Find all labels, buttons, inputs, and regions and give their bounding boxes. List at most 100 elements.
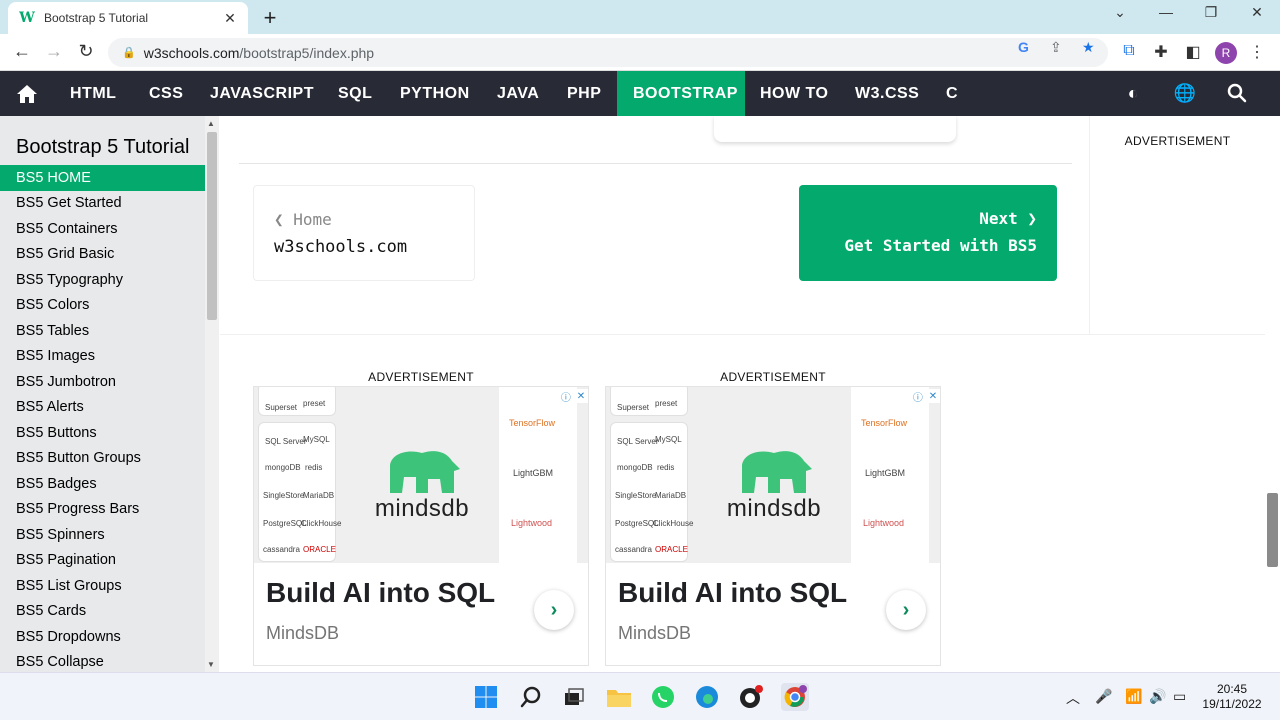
taskbar-clock[interactable]: 20:45 19/11/2022 <box>1196 682 1268 712</box>
tab-close-icon[interactable]: ✕ <box>222 10 238 27</box>
dark-mode-contrast-icon[interactable]: ◐ <box>1121 83 1145 104</box>
sidebar-scroll-thumb[interactable] <box>207 132 217 320</box>
home-icon[interactable] <box>10 71 44 116</box>
ad-close-icon[interactable]: ✕ <box>929 391 937 402</box>
globe-icon[interactable]: 🌐 <box>1173 83 1197 104</box>
restore-icon[interactable]: ❐ <box>1201 4 1221 21</box>
ad-headline[interactable]: Build AI into SQL <box>618 577 847 609</box>
ad-chevron-right-icon[interactable]: › <box>534 590 574 630</box>
ad-image[interactable]: Superset preset SQL Server MySQL mongoDB… <box>254 387 588 563</box>
sidebar-scrollbar[interactable]: ▲ ▼ <box>205 116 219 672</box>
ad-card[interactable]: Superset preset SQL Server MySQL mongoDB… <box>253 386 589 666</box>
ad-headline[interactable]: Build AI into SQL <box>266 577 495 609</box>
sidebar-item-collapse[interactable]: BS5 Collapse <box>0 650 205 673</box>
sidebar-item-badges[interactable]: BS5 Badges <box>0 471 205 497</box>
translate-extension-icon[interactable]: ⧉ <box>1118 42 1140 60</box>
sidebar-item-alerts[interactable]: BS5 Alerts <box>0 395 205 421</box>
menu-kebab-icon[interactable]: ⋮ <box>1246 42 1268 62</box>
nav-html[interactable]: HTML <box>54 71 132 116</box>
new-tab-plus-icon[interactable]: + <box>258 5 282 31</box>
sidebar-item-dropdowns[interactable]: BS5 Dropdowns <box>0 624 205 650</box>
battery-icon[interactable]: ▭ <box>1173 688 1186 705</box>
ad-logo-redis: redis <box>657 463 675 472</box>
ad-logo-sqlserver: SQL Server <box>617 437 659 446</box>
sidebar-item-cards[interactable]: BS5 Cards <box>0 599 205 625</box>
ad-image[interactable]: Superset preset SQL Server MySQL mongoDB… <box>606 387 940 563</box>
back-arrow-icon[interactable]: ← <box>10 41 34 62</box>
sidebar-item-button-groups[interactable]: BS5 Button Groups <box>0 446 205 472</box>
sidebar-item-pagination[interactable]: BS5 Pagination <box>0 548 205 574</box>
nav-javascript[interactable]: JAVASCRIPT <box>194 71 330 116</box>
ad-choices[interactable]: ⓘ ✕ <box>910 389 940 404</box>
taskbar-search-icon[interactable] <box>517 683 545 711</box>
sidebar-item-bs5-home[interactable]: BS5 HOME <box>0 165 205 191</box>
nav-c[interactable]: C <box>930 71 974 116</box>
nav-w3css[interactable]: W3.CSS <box>839 71 935 116</box>
nav-bootstrap[interactable]: BOOTSTRAP <box>617 71 745 116</box>
browser-tab[interactable]: W Bootstrap 5 Tutorial ✕ <box>8 2 248 34</box>
previous-page-button[interactable]: ❮ Home w3schools.com <box>253 185 475 281</box>
nav-java[interactable]: JAVA <box>481 71 555 116</box>
search-icon[interactable] <box>1225 83 1249 108</box>
ad-logo-sqlserver: SQL Server <box>265 437 307 446</box>
windows-start-icon[interactable] <box>472 683 500 711</box>
sidebar-item-images[interactable]: BS5 Images <box>0 344 205 370</box>
sidebar: Bootstrap 5 Tutorial BS5 HOME BS5 Get St… <box>0 116 205 672</box>
nav-python[interactable]: PYTHON <box>384 71 486 116</box>
google-translate-g-icon[interactable]: G <box>1018 39 1029 55</box>
tray-overflow-chevron-icon[interactable]: ︿ <box>1066 688 1080 708</box>
sidebar-item-get-started[interactable]: BS5 Get Started <box>0 191 205 217</box>
microphone-icon[interactable]: 🎤 <box>1095 688 1112 705</box>
sidebar-item-grid-basic[interactable]: BS5 Grid Basic <box>0 242 205 268</box>
bookmark-star-icon[interactable]: ★ <box>1082 39 1095 56</box>
nav-php[interactable]: PHP <box>551 71 617 116</box>
extensions-puzzle-icon[interactable]: ✚ <box>1150 42 1172 62</box>
forward-arrow-icon[interactable]: → <box>42 41 66 62</box>
sidebar-item-typography[interactable]: BS5 Typography <box>0 267 205 293</box>
nav-css[interactable]: CSS <box>133 71 199 116</box>
sidebar-item-containers[interactable]: BS5 Containers <box>0 216 205 242</box>
page-scroll-thumb[interactable] <box>1267 493 1278 567</box>
page-scrollbar[interactable] <box>1265 116 1280 672</box>
url-text[interactable]: w3schools.com/bootstrap5/index.php <box>144 45 374 61</box>
scroll-down-arrow-icon[interactable]: ▼ <box>207 660 215 669</box>
nav-howto[interactable]: HOW TO <box>744 71 844 116</box>
volume-icon[interactable]: 🔊 <box>1149 688 1166 705</box>
share-icon[interactable]: ⇪ <box>1050 39 1062 56</box>
ad-choices[interactable]: ⓘ ✕ <box>558 389 588 404</box>
chrome-browser-icon[interactable] <box>781 683 809 711</box>
prev-sublabel: w3schools.com <box>274 237 408 257</box>
side-panel-icon[interactable]: ◧ <box>1182 42 1204 62</box>
sidebar-item-colors[interactable]: BS5 Colors <box>0 293 205 319</box>
nav-sql[interactable]: SQL <box>322 71 388 116</box>
ad-card[interactable]: Superset preset SQL Server MySQL mongoDB… <box>605 386 941 666</box>
minimize-icon[interactable]: — <box>1156 4 1176 20</box>
ad-close-icon[interactable]: ✕ <box>577 391 585 402</box>
lock-icon[interactable]: 🔒 <box>122 46 136 59</box>
task-view-icon[interactable] <box>560 683 588 711</box>
ad-info-icon[interactable]: ⓘ <box>561 389 571 404</box>
ad-brand-name[interactable]: MindsDB <box>266 623 339 644</box>
sidebar-item-jumbotron[interactable]: BS5 Jumbotron <box>0 369 205 395</box>
scroll-up-arrow-icon[interactable]: ▲ <box>207 119 215 128</box>
sidebar-item-tables[interactable]: BS5 Tables <box>0 318 205 344</box>
sidebar-item-spinners[interactable]: BS5 Spinners <box>0 522 205 548</box>
tab-search-chevron-icon[interactable]: ⌄ <box>1110 4 1130 21</box>
ad-logo-panel-ml: TensorFlow LightGBM Lightwood <box>499 387 577 563</box>
obs-app-icon[interactable] <box>737 683 765 711</box>
ad-brand-name[interactable]: MindsDB <box>618 623 691 644</box>
sidebar-item-buttons[interactable]: BS5 Buttons <box>0 420 205 446</box>
reload-icon[interactable]: ↻ <box>74 41 98 62</box>
wifi-icon[interactable]: 📶 <box>1125 688 1142 705</box>
sidebar-item-progress-bars[interactable]: BS5 Progress Bars <box>0 497 205 523</box>
next-page-button[interactable]: Next ❯ Get Started with BS5 <box>799 185 1057 281</box>
sidebar-item-list-groups[interactable]: BS5 List Groups <box>0 573 205 599</box>
whatsapp-icon[interactable] <box>649 683 677 711</box>
ad-info-icon[interactable]: ⓘ <box>913 389 923 404</box>
file-explorer-icon[interactable] <box>605 683 633 711</box>
address-bar[interactable]: 🔒 w3schools.com/bootstrap5/index.php <box>108 38 1108 67</box>
edge-browser-icon[interactable] <box>693 683 721 711</box>
profile-avatar[interactable]: R <box>1215 42 1237 64</box>
window-close-icon[interactable]: ✕ <box>1247 4 1267 21</box>
ad-chevron-right-icon[interactable]: › <box>886 590 926 630</box>
